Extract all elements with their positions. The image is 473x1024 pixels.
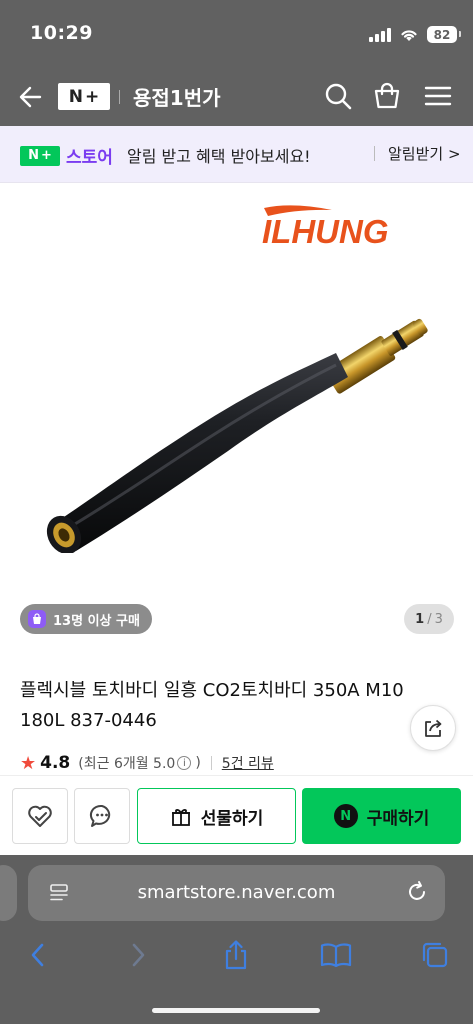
book-icon xyxy=(320,943,352,968)
rating-detail: (최근 6개월 5.0 xyxy=(78,756,176,772)
product-image-carousel[interactable]: ILHUNG 13명 이상 구매 1 / 3 xyxy=(0,183,473,643)
brand-logo-text: ILHUNG xyxy=(262,213,389,246)
tabs-button[interactable] xyxy=(415,935,455,975)
reload-icon[interactable] xyxy=(405,880,429,904)
shopping-bag-icon[interactable] xyxy=(371,80,403,112)
gift-label: 선물하기 xyxy=(200,808,264,829)
status-bar: 10:29 82 xyxy=(0,0,473,68)
menu-icon[interactable] xyxy=(422,80,454,112)
store-text: 스토어 xyxy=(66,148,113,168)
chat-bubble-icon xyxy=(89,804,111,827)
status-time: 10:29 xyxy=(30,22,93,44)
share-upload-icon xyxy=(225,940,247,970)
page-separator: / xyxy=(427,611,432,627)
chevron-right-icon xyxy=(132,943,145,967)
tabs-icon xyxy=(422,942,448,968)
wishlist-button[interactable] xyxy=(12,788,68,844)
page-total: 3 xyxy=(434,611,443,627)
talk-talk-button[interactable] xyxy=(74,788,130,844)
notification-subscribe-link[interactable]: 알림받기 > xyxy=(388,143,461,164)
store-badge-n: N xyxy=(28,148,39,163)
browser-back-button[interactable] xyxy=(18,935,58,975)
buy-button[interactable]: N 구매하기 xyxy=(302,788,461,844)
rating-row: ★ 4.8 (최근 6개월 5.0 i ) 5건 리뷰 xyxy=(20,750,274,776)
shopping-bag-badge-icon xyxy=(28,610,46,628)
purchase-action-bar: 선물하기 N 구매하기 xyxy=(0,775,473,855)
ilhung-brand-logo: ILHUNG xyxy=(262,205,389,246)
battery-icon: 82 xyxy=(427,26,461,43)
heart-check-icon xyxy=(28,805,52,827)
share-page-button[interactable] xyxy=(216,935,256,975)
app-header: N + 용접1번가 xyxy=(0,68,473,126)
chevron-left-icon xyxy=(31,943,44,967)
share-icon xyxy=(425,719,442,737)
store-badge-plus: + xyxy=(40,148,52,163)
search-icon[interactable] xyxy=(322,80,354,112)
logo-plus: + xyxy=(84,86,100,107)
cellular-signal-icon xyxy=(369,27,391,42)
product-title: 플렉시블 토치바디 일흥 CO2토치바디 350A M10 180L 837-0… xyxy=(20,680,404,731)
header-divider xyxy=(119,90,120,104)
rating-score: 4.8 xyxy=(40,753,71,773)
star-icon: ★ xyxy=(20,752,37,774)
image-page-indicator: 1 / 3 xyxy=(404,604,454,634)
rating-divider xyxy=(210,756,212,770)
buyers-count-badge: 13명 이상 구매 xyxy=(20,604,152,634)
notification-banner: N + 스토어 알림 받고 혜택 받아보세요! 알림받기 > xyxy=(0,126,473,183)
banner-divider xyxy=(374,146,375,161)
buyers-count-text: 13명 이상 구매 xyxy=(53,613,140,629)
bookmarks-button[interactable] xyxy=(316,935,356,975)
logo-n: N xyxy=(68,86,83,107)
browser-forward-button[interactable] xyxy=(118,935,158,975)
info-icon[interactable]: i xyxy=(177,756,192,770)
gift-icon xyxy=(171,809,190,826)
back-arrow-icon[interactable] xyxy=(18,82,44,112)
rating-detail-close: ) xyxy=(195,755,201,771)
wifi-icon xyxy=(401,29,417,41)
naver-plus-logo[interactable]: N + xyxy=(58,83,110,110)
gift-button[interactable]: 선물하기 xyxy=(137,788,296,844)
previous-tab-peek[interactable] xyxy=(0,865,17,921)
address-bar[interactable]: smartstore.naver.com xyxy=(28,865,445,921)
share-button[interactable] xyxy=(410,705,456,751)
browser-toolbar xyxy=(0,935,473,979)
store-title[interactable]: 용접1번가 xyxy=(133,82,221,111)
home-indicator xyxy=(152,1008,320,1013)
reviews-link[interactable]: 5건 리뷰 xyxy=(222,753,274,773)
store-badge: N + xyxy=(20,145,60,166)
torch-body-product-photo xyxy=(46,318,428,553)
naver-plus-store-logo: N + 스토어 xyxy=(20,143,113,168)
buy-label: 구매하기 xyxy=(366,808,430,829)
page-current: 1 xyxy=(415,611,425,627)
url-text: smartstore.naver.com xyxy=(137,882,336,903)
naver-pay-icon: N xyxy=(333,804,358,828)
status-indicators: 82 xyxy=(369,26,461,43)
banner-message: 알림 받고 혜택 받아보세요! xyxy=(127,147,311,166)
browser-chrome: smartstore.naver.com xyxy=(0,855,473,1024)
